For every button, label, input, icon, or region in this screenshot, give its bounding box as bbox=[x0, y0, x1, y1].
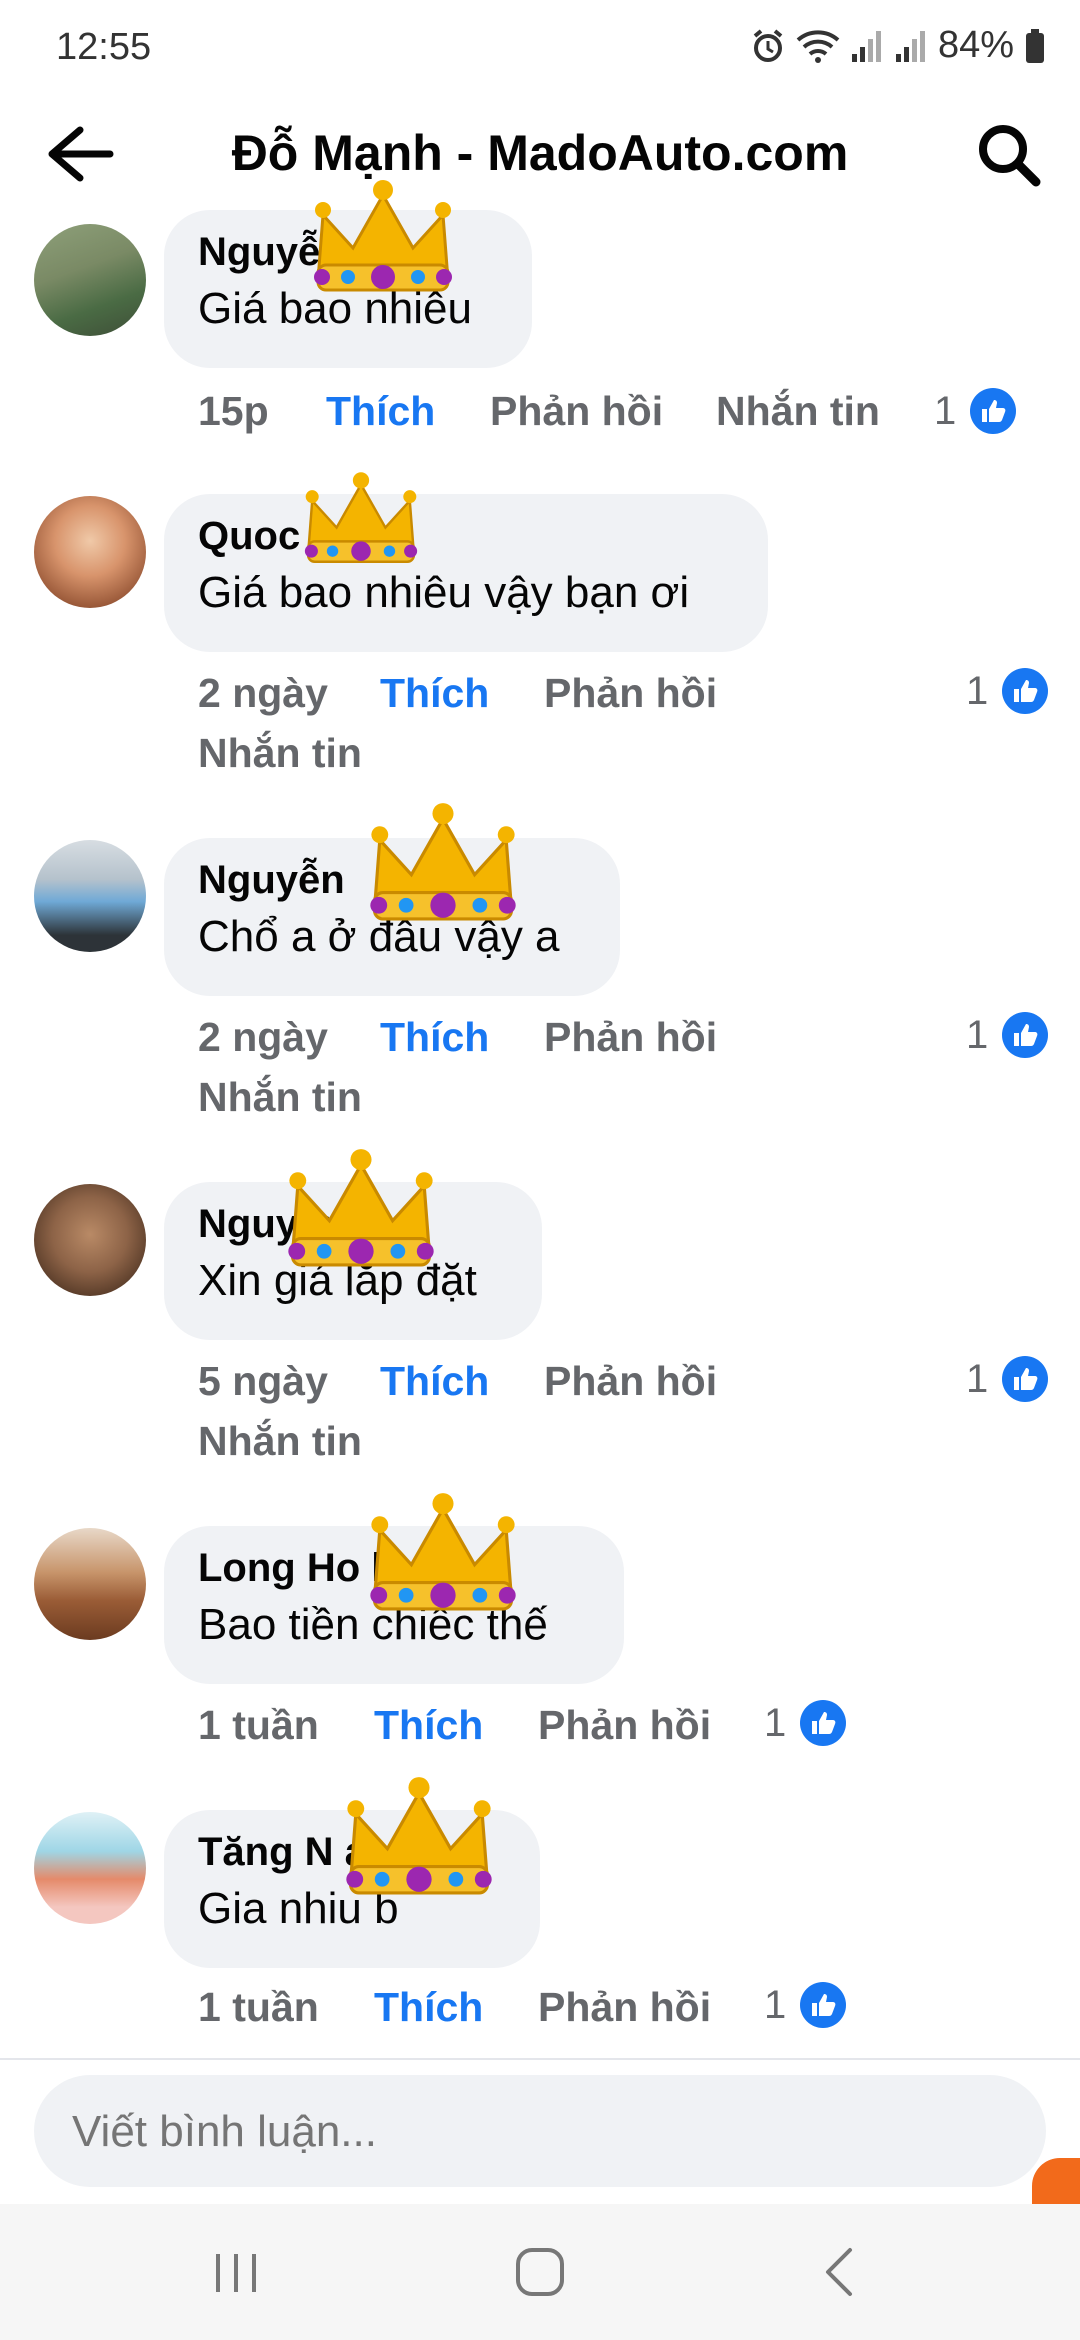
reaction-count[interactable]: 1 bbox=[934, 388, 1017, 434]
status-time: 12:55 bbox=[56, 26, 152, 68]
like-button[interactable]: Thích bbox=[326, 388, 435, 435]
header: Đỗ Mạnh - MadoAuto.com bbox=[0, 100, 1080, 210]
avatar[interactable] bbox=[34, 224, 146, 336]
crown-sticker bbox=[304, 472, 418, 563]
reaction-count[interactable]: 1 bbox=[966, 1012, 1049, 1058]
like-button[interactable]: Thích bbox=[380, 1358, 489, 1405]
reply-button[interactable]: Phản hồi bbox=[544, 670, 717, 717]
thumbs-up-icon bbox=[1002, 668, 1049, 714]
page-title: Đỗ Mạnh - MadoAuto.com bbox=[231, 125, 849, 181]
status-bar: 12:55 84% bbox=[0, 0, 1080, 100]
comment-author[interactable]: Nguyễ bbox=[198, 230, 320, 275]
comment-meta: 2 ngày Thích Phản hồi Nhắn tin bbox=[198, 670, 918, 790]
comment-time: 2 ngày bbox=[198, 670, 328, 716]
status-icons: 84% bbox=[750, 24, 1046, 67]
search-icon[interactable] bbox=[974, 120, 1044, 190]
reply-button[interactable]: Phản hồi bbox=[544, 1014, 717, 1061]
reaction-count[interactable]: 1 bbox=[966, 668, 1049, 714]
like-count: 1 bbox=[934, 388, 957, 433]
like-button[interactable]: Thích bbox=[374, 1984, 483, 2031]
comment-meta: 1 tuần Thích Phản hồi bbox=[198, 1984, 798, 2044]
thumbs-up-icon bbox=[800, 1700, 847, 1746]
message-button[interactable]: Nhắn tin bbox=[198, 730, 362, 777]
thumbs-up-icon bbox=[800, 1982, 847, 2028]
like-count: 1 bbox=[966, 668, 989, 713]
like-button[interactable]: Thích bbox=[374, 1702, 483, 1749]
like-count: 1 bbox=[764, 1700, 787, 1745]
crown-sticker bbox=[346, 1777, 492, 1895]
crown-sticker bbox=[370, 803, 516, 921]
wifi-icon bbox=[796, 29, 840, 63]
crown-sticker bbox=[370, 1493, 516, 1611]
comment-meta: 15p Thích Phản hồi Nhắn tin bbox=[198, 388, 958, 448]
reaction-count[interactable]: 1 bbox=[966, 1356, 1049, 1402]
like-button[interactable]: Thích bbox=[380, 1014, 489, 1061]
like-count: 1 bbox=[966, 1012, 989, 1057]
comment-time: 1 tuần bbox=[198, 1984, 319, 2030]
home-icon[interactable] bbox=[500, 2242, 580, 2302]
reply-button[interactable]: Phản hồi bbox=[490, 388, 663, 435]
avatar[interactable] bbox=[34, 840, 146, 952]
comment-meta: 5 ngày Thích Phản hồi Nhắn tin bbox=[198, 1358, 918, 1478]
reaction-count[interactable]: 1 bbox=[764, 1700, 847, 1746]
floating-tab-icon[interactable] bbox=[1032, 2158, 1080, 2206]
reply-button[interactable]: Phản hồi bbox=[544, 1358, 717, 1405]
system-nav-bar bbox=[0, 2204, 1080, 2340]
message-button[interactable]: Nhắn tin bbox=[198, 1074, 362, 1121]
message-button[interactable]: Nhắn tin bbox=[198, 1418, 362, 1465]
thumbs-up-icon bbox=[1002, 1012, 1049, 1058]
message-button[interactable]: Nhắn tin bbox=[716, 388, 880, 435]
comment-text: Giá bao nhiêu vậy bạn ơi bbox=[198, 568, 690, 617]
avatar[interactable] bbox=[34, 1812, 146, 1924]
signal-icon bbox=[851, 30, 881, 62]
alarm-icon bbox=[753, 28, 783, 62]
battery-percent: 84% bbox=[937, 24, 1014, 66]
reply-button[interactable]: Phản hồi bbox=[538, 1984, 711, 2031]
comment-meta: 2 ngày Thích Phản hồi Nhắn tin bbox=[198, 1014, 918, 1134]
recent-apps-icon[interactable] bbox=[196, 2242, 276, 2302]
thumbs-up-icon bbox=[970, 388, 1017, 434]
avatar[interactable] bbox=[34, 1184, 146, 1296]
divider bbox=[0, 2058, 1080, 2060]
like-count: 1 bbox=[764, 1982, 787, 2027]
comment-input[interactable] bbox=[70, 2075, 974, 2189]
comment-bubble: Quoc g Giá bao nhiêu vậy bạn ơi bbox=[164, 494, 768, 652]
comment-time: 15p bbox=[198, 388, 269, 434]
signal-icon-2 bbox=[895, 30, 925, 62]
like-button[interactable]: Thích bbox=[380, 670, 489, 717]
reaction-count[interactable]: 1 bbox=[764, 1982, 847, 2028]
like-count: 1 bbox=[966, 1356, 989, 1401]
avatar[interactable] bbox=[34, 496, 146, 608]
comment-meta: 1 tuần Thích Phản hồi bbox=[198, 1702, 798, 1762]
back-nav-icon[interactable] bbox=[800, 2242, 880, 2302]
avatar[interactable] bbox=[34, 1528, 146, 1640]
battery-icon bbox=[1026, 28, 1044, 63]
comment-time: 1 tuần bbox=[198, 1702, 319, 1748]
thumbs-up-icon bbox=[1002, 1356, 1049, 1402]
comment-composer[interactable] bbox=[34, 2075, 1046, 2189]
reply-button[interactable]: Phản hồi bbox=[538, 1702, 711, 1749]
crown-sticker bbox=[288, 1149, 434, 1267]
comment-time: 2 ngày bbox=[198, 1014, 328, 1060]
comment-author[interactable]: Nguyễn bbox=[198, 858, 345, 903]
comment-time: 5 ngày bbox=[198, 1358, 328, 1404]
crown-sticker bbox=[314, 180, 452, 292]
